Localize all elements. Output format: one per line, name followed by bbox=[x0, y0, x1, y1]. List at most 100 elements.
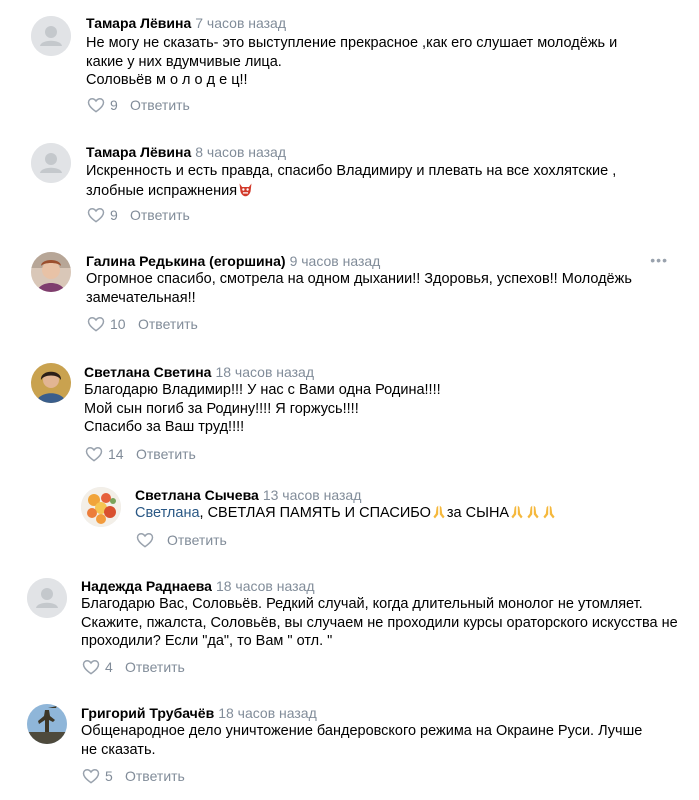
comment-line: Благодарю Владимир!!! У нас с Вами одна … bbox=[84, 382, 441, 398]
author-name[interactable]: Надежда Раднаева bbox=[81, 578, 212, 594]
heart-icon bbox=[82, 768, 100, 784]
author-name[interactable]: Галина Редькина (егоршина) bbox=[86, 253, 286, 269]
comment-line: Мой сын погиб за Родину!!!! Я горжусь!!!… bbox=[84, 400, 359, 417]
user-photo-icon bbox=[31, 363, 71, 403]
author-name[interactable]: Светлана Светина bbox=[84, 364, 211, 380]
comment-line: Не могу не сказать- это выступление прек… bbox=[86, 35, 618, 51]
avatar[interactable] bbox=[27, 578, 67, 618]
like-count: 5 bbox=[105, 768, 113, 784]
mention-link[interactable]: Светлана bbox=[135, 505, 200, 521]
comment-time[interactable]: 18 часов назад bbox=[218, 705, 317, 721]
folded-hands-emoji-icon bbox=[541, 504, 557, 526]
comment-actions: 10 Ответить bbox=[86, 314, 286, 334]
like-button[interactable]: 9 bbox=[86, 205, 118, 225]
folded-hands-emoji-icon bbox=[525, 504, 541, 526]
heart-icon bbox=[136, 532, 154, 548]
comment-time[interactable]: 9 часов назад bbox=[290, 253, 381, 269]
comment-text: Не могу не сказать- это выступление прек… bbox=[86, 34, 676, 90]
comment-line: Огромное спасибо, смотрела на одном дыха… bbox=[86, 271, 632, 287]
comment-line: какие у них вдумчивые лица. bbox=[86, 53, 282, 70]
like-count: 9 bbox=[110, 207, 118, 223]
comment-actions: 9 Ответить bbox=[86, 95, 286, 115]
comment-time[interactable]: 18 часов назад bbox=[215, 364, 314, 380]
reply-button[interactable]: Ответить bbox=[125, 657, 185, 677]
comment-time[interactable]: 18 часов назад bbox=[216, 578, 315, 594]
like-count: 10 bbox=[110, 316, 126, 332]
heart-icon bbox=[85, 446, 103, 462]
folded-hands-emoji-icon bbox=[509, 504, 525, 526]
comment-author[interactable]: Светлана Сычева 13 часов назад bbox=[135, 486, 361, 504]
avatar[interactable] bbox=[31, 143, 71, 183]
comment-line: Благодарю Вас, Соловьёв. Редкий случай, … bbox=[81, 596, 643, 612]
reply-button[interactable]: Ответить bbox=[130, 205, 190, 225]
reply-button[interactable]: Ответить bbox=[167, 530, 227, 550]
heart-icon bbox=[87, 97, 105, 113]
reply-button[interactable]: Ответить bbox=[130, 95, 190, 115]
comment-line: замечательная!! bbox=[86, 289, 196, 306]
user-placeholder-icon bbox=[27, 578, 67, 618]
avatar[interactable] bbox=[31, 16, 71, 56]
reply-button[interactable]: Ответить bbox=[125, 766, 185, 786]
flowers-photo-icon bbox=[81, 487, 121, 527]
comment-author[interactable]: Галина Редькина (егоршина) 9 часов назад bbox=[86, 252, 380, 270]
like-count: 14 bbox=[108, 446, 124, 462]
like-button[interactable]: 14 bbox=[84, 444, 124, 464]
comment-actions: 9 Ответить bbox=[86, 205, 286, 225]
comment-line: не сказать. bbox=[81, 741, 156, 758]
comment-line: Искренность и есть правда, спасибо Влади… bbox=[86, 163, 617, 179]
comment-author[interactable]: Григорий Трубачёв 18 часов назад bbox=[81, 704, 317, 722]
statue-photo-icon bbox=[27, 704, 67, 744]
avatar[interactable] bbox=[81, 487, 121, 527]
avatar[interactable] bbox=[31, 252, 71, 292]
comment-author[interactable]: Светлана Светина 18 часов назад bbox=[84, 363, 314, 381]
avatar[interactable] bbox=[27, 704, 67, 744]
like-button[interactable] bbox=[135, 530, 159, 550]
like-count: 9 bbox=[110, 97, 118, 113]
comment-text-part: за СЫНА bbox=[446, 505, 510, 521]
devil-mask-emoji-icon bbox=[237, 181, 254, 204]
folded-hands-emoji-icon bbox=[431, 504, 447, 526]
author-name[interactable]: Светлана Сычева bbox=[135, 487, 259, 503]
user-placeholder-icon bbox=[31, 16, 71, 56]
comment-text: Благодарю Владимир!!! У нас с Вами одна … bbox=[84, 381, 674, 437]
like-button[interactable]: 4 bbox=[81, 657, 113, 677]
like-button[interactable]: 10 bbox=[86, 314, 126, 334]
comment-line: Скажите, пжалста, Соловьёв, вы случаем н… bbox=[81, 614, 678, 631]
user-placeholder-icon bbox=[31, 143, 71, 183]
like-button[interactable]: 5 bbox=[81, 766, 113, 786]
comment-text-part: , СВЕТЛАЯ ПАМЯТЬ И СПАСИБО bbox=[199, 505, 431, 521]
comment-author[interactable]: Тамара Лёвина 8 часов назад bbox=[86, 143, 286, 161]
comment-time[interactable]: 8 часов назад bbox=[195, 144, 286, 160]
comment-author[interactable]: Тамара Лёвина 7 часов назад bbox=[86, 14, 286, 32]
comment-line: проходили? Если "да", то Вам " отл. " bbox=[81, 633, 333, 649]
comment-text: Общенародное дело уничтожение бандеровск… bbox=[81, 722, 691, 759]
comment-time[interactable]: 13 часов назад bbox=[263, 487, 362, 503]
comment-text: Благодарю Вас, Соловьёв. Редкий случай, … bbox=[81, 595, 691, 651]
comment-text: Светлана, СВЕТЛАЯ ПАМЯТЬ И СПАСИБО за СЫН… bbox=[135, 504, 675, 526]
heart-icon bbox=[82, 659, 100, 675]
comment-text: Огромное спасибо, смотрела на одном дыха… bbox=[86, 270, 676, 307]
author-name[interactable]: Тамара Лёвина bbox=[86, 144, 191, 160]
comment-line: Соловьёв м о л о д е ц!! bbox=[86, 72, 248, 88]
comment-actions: 14 Ответить bbox=[84, 444, 284, 464]
user-photo-icon bbox=[31, 252, 71, 292]
comment-time[interactable]: 7 часов назад bbox=[195, 15, 286, 31]
comment-actions: 4 Ответить bbox=[81, 657, 281, 677]
comment-author[interactable]: Надежда Раднаева 18 часов назад bbox=[81, 577, 314, 595]
reply-button[interactable]: Ответить bbox=[136, 444, 196, 464]
like-count: 4 bbox=[105, 659, 113, 675]
author-name[interactable]: Григорий Трубачёв bbox=[81, 705, 214, 721]
heart-icon bbox=[87, 316, 105, 332]
reply-button[interactable]: Ответить bbox=[138, 314, 198, 334]
comment-text: Искренность и есть правда, спасибо Влади… bbox=[86, 162, 676, 203]
comment-actions: 5 Ответить bbox=[81, 766, 281, 786]
heart-icon bbox=[87, 207, 105, 223]
avatar[interactable] bbox=[31, 363, 71, 403]
author-name[interactable]: Тамара Лёвина bbox=[86, 15, 191, 31]
like-button[interactable]: 9 bbox=[86, 95, 118, 115]
more-options-button[interactable]: ••• bbox=[650, 252, 668, 268]
comment-line: злобные испражнения bbox=[86, 182, 238, 199]
comment-actions: Ответить bbox=[135, 530, 335, 550]
comment-line: Общенародное дело уничтожение бандеровск… bbox=[81, 723, 643, 739]
comment-line: Спасибо за Ваш труд!!!! bbox=[84, 419, 245, 435]
